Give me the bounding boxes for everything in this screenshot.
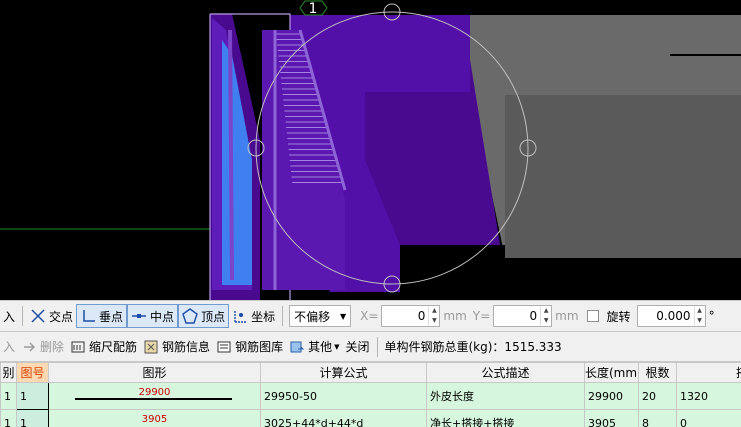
x-offset-field[interactable] bbox=[382, 306, 429, 326]
toolbar-separator bbox=[22, 306, 24, 326]
rebar-table: 别 图号 图形 计算公式 公式描述 长度(mm) 根数 搭接 1 1 29900… bbox=[0, 362, 741, 427]
other-icon bbox=[290, 341, 305, 352]
total-weight-readout: 单构件钢筋总重(kg)：1515.333 bbox=[384, 340, 562, 354]
delete-button[interactable]: 删除 bbox=[18, 335, 67, 359]
vertex-snap-button[interactable]: 顶点 bbox=[178, 304, 230, 328]
y-unit-label: mm bbox=[555, 309, 579, 323]
rotate-checkbox[interactable] bbox=[586, 310, 599, 322]
table-cell[interactable]: 3025+44*d+44*d bbox=[260, 409, 427, 427]
scale-rebar-button[interactable]: 缩尺配筋 bbox=[67, 335, 140, 359]
table-cell[interactable]: 1 bbox=[16, 409, 49, 427]
shape-line bbox=[75, 398, 232, 400]
degree-label: ° bbox=[708, 309, 715, 323]
y-offset-spinner[interactable]: ▲ ▼ bbox=[540, 306, 551, 326]
midpoint-snap-button[interactable]: 中点 bbox=[127, 304, 179, 328]
toolbar-separator bbox=[376, 336, 378, 357]
table-cell[interactable]: 8 bbox=[638, 409, 677, 427]
shape-cell[interactable]: 3905 bbox=[48, 409, 261, 427]
rebar-toolbar: 入 删除 缩尺配筋 钢筋信息 钢筋图库 其他 ▼ 关闭 单构件钢筋总重(kg)：… bbox=[0, 332, 741, 362]
chevron-down-icon: ▼ bbox=[334, 342, 340, 351]
blue-edge-rail bbox=[228, 29, 234, 281]
rebar-info-icon bbox=[144, 340, 158, 353]
y-label: Y= bbox=[472, 309, 491, 323]
toolbar-separator bbox=[282, 306, 284, 326]
3d-viewport[interactable]: 1 bbox=[0, 0, 741, 300]
gray-wall-face bbox=[505, 95, 741, 258]
column-header[interactable]: 图形 bbox=[48, 362, 261, 383]
insert-button-truncated[interactable]: 入 bbox=[0, 304, 18, 328]
snap-toolbar: 入 交点 垂点 中点 顶点 坐标 不偏移 ▼ X= ▲▼ mm Y= ▲▼ mm… bbox=[0, 300, 741, 332]
table-cell[interactable]: 1 bbox=[16, 382, 49, 410]
column-header[interactable]: 别 bbox=[0, 362, 17, 383]
vertex-icon bbox=[182, 308, 198, 324]
table-header: 别 图号 图形 计算公式 公式描述 长度(mm) 根数 搭接 bbox=[0, 362, 741, 383]
rebar-library-button[interactable]: 钢筋图库 bbox=[213, 335, 286, 359]
scale-rebar-icon bbox=[71, 341, 85, 352]
table-row[interactable]: 1 1 3905 3025+44*d+44*d 净长+搭接+搭接 3905 8 … bbox=[0, 409, 741, 427]
x-label: X= bbox=[360, 309, 379, 323]
model-scene: 1 bbox=[0, 0, 741, 300]
other-menu-button[interactable]: 其他 ▼ bbox=[286, 335, 342, 359]
rebar-info-button[interactable]: 钢筋信息 bbox=[140, 335, 213, 359]
table-cell[interactable]: 3905 bbox=[584, 409, 639, 427]
shape-cell[interactable]: 29900 bbox=[48, 382, 261, 410]
y-offset-input[interactable]: ▲▼ bbox=[493, 305, 553, 327]
x-offset-input[interactable]: ▲▼ bbox=[381, 305, 441, 327]
chevron-down-icon: ▼ bbox=[339, 311, 347, 321]
delete-icon bbox=[24, 342, 36, 351]
perpendicular-snap-button[interactable]: 垂点 bbox=[76, 304, 128, 328]
rotate-angle-input[interactable]: ▲▼ bbox=[636, 305, 706, 327]
shape-dimension: 3905 bbox=[141, 414, 168, 425]
column-header[interactable]: 公式描述 bbox=[426, 362, 585, 383]
table-cell[interactable]: 净长+搭接+搭接 bbox=[426, 409, 585, 427]
table-cell[interactable]: 1 bbox=[0, 382, 17, 410]
column-header[interactable]: 搭接 bbox=[676, 362, 741, 383]
intersection-icon bbox=[31, 309, 45, 323]
viewport-void bbox=[400, 245, 505, 292]
intersection-snap-button[interactable]: 交点 bbox=[27, 304, 76, 328]
rotate-label: 旋转 bbox=[606, 309, 631, 324]
column-header[interactable]: 长度(mm) bbox=[584, 362, 639, 383]
table-cell[interactable]: 1320 bbox=[676, 382, 741, 410]
y-offset-field[interactable] bbox=[494, 306, 541, 326]
coordinate-snap-button[interactable]: 坐标 bbox=[229, 304, 278, 328]
x-offset-spinner[interactable]: ▲ ▼ bbox=[428, 306, 439, 326]
table-cell[interactable]: 1 bbox=[0, 409, 17, 427]
column-header[interactable]: 根数 bbox=[638, 362, 677, 383]
offset-mode-dropdown[interactable]: 不偏移 ▼ bbox=[289, 305, 352, 327]
insert-button-truncated[interactable]: 入 bbox=[0, 335, 18, 359]
column-header[interactable]: 图号 bbox=[16, 362, 49, 383]
axis-marker-label: 1 bbox=[309, 1, 318, 17]
table-row[interactable]: 1 1 29900 29950-50 外皮长度 29900 20 1320 bbox=[0, 382, 741, 410]
table-cell[interactable]: 29900 bbox=[584, 382, 639, 410]
midpoint-icon bbox=[132, 314, 147, 318]
rebar-library-icon bbox=[217, 341, 231, 352]
shape-dimension: 29900 bbox=[138, 387, 171, 398]
table-cell[interactable]: 0 bbox=[676, 409, 741, 427]
coordinate-icon bbox=[234, 311, 247, 323]
x-unit-label: mm bbox=[443, 309, 467, 323]
table-cell[interactable]: 29950-50 bbox=[260, 382, 427, 410]
perpendicular-icon bbox=[83, 310, 96, 322]
table-cell[interactable]: 20 bbox=[638, 382, 677, 410]
table-cell[interactable]: 外皮长度 bbox=[426, 382, 585, 410]
rotate-angle-field[interactable] bbox=[637, 306, 694, 326]
column-header[interactable]: 计算公式 bbox=[260, 362, 427, 383]
close-button[interactable]: 关闭 bbox=[342, 335, 372, 359]
rotate-angle-spinner[interactable]: ▲ ▼ bbox=[693, 306, 705, 326]
